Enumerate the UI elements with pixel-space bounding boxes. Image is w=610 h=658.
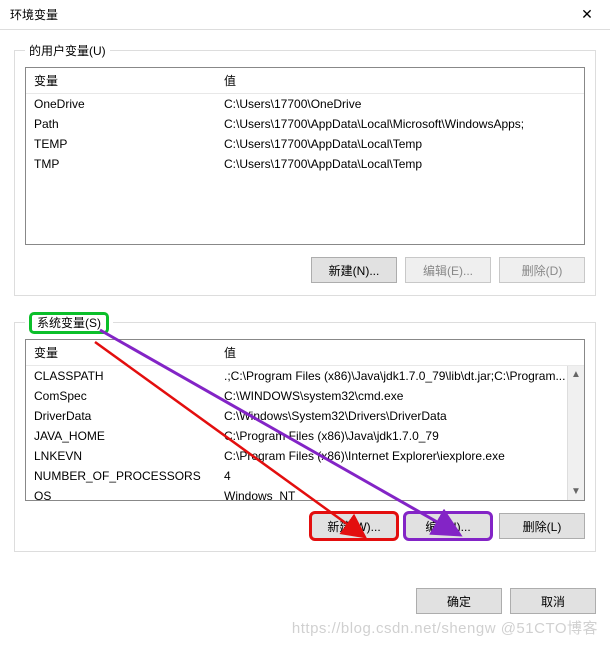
col-header-var[interactable]: 变量 <box>26 340 216 366</box>
table-row[interactable]: LNKEVNC:\Program Files (x86)\Internet Ex… <box>26 446 584 466</box>
system-vars-table: 变量 值 CLASSPATH.;C:\Program Files (x86)\J… <box>26 340 584 501</box>
system-vars-table-wrap[interactable]: 变量 值 CLASSPATH.;C:\Program Files (x86)\J… <box>25 339 585 501</box>
close-icon: ✕ <box>581 6 593 23</box>
var-name-cell: TMP <box>26 154 216 174</box>
system-new-button[interactable]: 新建(W)... <box>311 513 397 539</box>
user-delete-button: 删除(D) <box>499 257 585 283</box>
ok-button[interactable]: 确定 <box>416 588 502 614</box>
scroll-up-icon[interactable]: ▲ <box>568 366 584 383</box>
table-row[interactable]: OSWindows_NT <box>26 486 584 501</box>
system-vars-legend-text: 系统变量(S) <box>29 312 109 334</box>
scrollbar[interactable]: ▲ ▼ <box>567 366 584 500</box>
system-vars-legend: 系统变量(S) <box>25 314 113 331</box>
var-value-cell: C:\Windows\System32\Drivers\DriverData <box>216 406 584 426</box>
var-name-cell: TEMP <box>26 134 216 154</box>
system-vars-group: 系统变量(S) 变量 值 CLASSPATH.;C:\Program Files… <box>14 314 596 552</box>
system-edit-button[interactable]: 编辑(I)... <box>405 513 491 539</box>
user-edit-button: 编辑(E)... <box>405 257 491 283</box>
col-header-var[interactable]: 变量 <box>26 68 216 94</box>
var-value-cell: C:\WINDOWS\system32\cmd.exe <box>216 386 584 406</box>
table-row[interactable]: CLASSPATH.;C:\Program Files (x86)\Java\j… <box>26 366 584 387</box>
scroll-down-icon[interactable]: ▼ <box>568 483 584 500</box>
titlebar: 环境变量 ✕ <box>0 0 610 30</box>
var-value-cell: C:\Users\17700\AppData\Local\Temp <box>216 134 584 154</box>
var-name-cell: Path <box>26 114 216 134</box>
table-row[interactable]: PathC:\Users\17700\AppData\Local\Microso… <box>26 114 584 134</box>
var-value-cell: C:\Users\17700\AppData\Local\Microsoft\W… <box>216 114 584 134</box>
col-header-val[interactable]: 值 <box>216 340 584 366</box>
var-value-cell: Windows_NT <box>216 486 584 501</box>
user-vars-buttons: 新建(N)... 编辑(E)... 删除(D) <box>25 257 585 283</box>
var-value-cell: C:\Program Files (x86)\Java\jdk1.7.0_79 <box>216 426 584 446</box>
user-vars-legend: 的用户变量(U) <box>25 42 110 59</box>
system-vars-buttons: 新建(W)... 编辑(I)... 删除(L) <box>25 513 585 539</box>
var-name-cell: DriverData <box>26 406 216 426</box>
table-row[interactable]: DriverDataC:\Windows\System32\Drivers\Dr… <box>26 406 584 426</box>
var-name-cell: JAVA_HOME <box>26 426 216 446</box>
col-header-val[interactable]: 值 <box>216 68 584 94</box>
user-vars-group: 的用户变量(U) 变量 值 OneDriveC:\Users\17700\One… <box>14 42 596 296</box>
table-row[interactable]: JAVA_HOMEC:\Program Files (x86)\Java\jdk… <box>26 426 584 446</box>
cancel-button[interactable]: 取消 <box>510 588 596 614</box>
window-title: 环境变量 <box>10 6 58 23</box>
var-name-cell: OS <box>26 486 216 501</box>
var-value-cell: .;C:\Program Files (x86)\Java\jdk1.7.0_7… <box>216 366 584 387</box>
table-row[interactable]: ComSpecC:\WINDOWS\system32\cmd.exe <box>26 386 584 406</box>
var-name-cell: OneDrive <box>26 94 216 115</box>
user-vars-table: 变量 值 OneDriveC:\Users\17700\OneDrivePath… <box>26 68 584 174</box>
var-name-cell: CLASSPATH <box>26 366 216 387</box>
var-name-cell: LNKEVN <box>26 446 216 466</box>
var-value-cell: C:\Users\17700\OneDrive <box>216 94 584 115</box>
user-vars-table-wrap[interactable]: 变量 值 OneDriveC:\Users\17700\OneDrivePath… <box>25 67 585 245</box>
table-row[interactable]: TEMPC:\Users\17700\AppData\Local\Temp <box>26 134 584 154</box>
var-name-cell: NUMBER_OF_PROCESSORS <box>26 466 216 486</box>
var-value-cell: C:\Program Files (x86)\Internet Explorer… <box>216 446 584 466</box>
var-value-cell: C:\Users\17700\AppData\Local\Temp <box>216 154 584 174</box>
table-row[interactable]: OneDriveC:\Users\17700\OneDrive <box>26 94 584 115</box>
dialog-content: 的用户变量(U) 变量 值 OneDriveC:\Users\17700\One… <box>0 30 610 580</box>
table-row[interactable]: NUMBER_OF_PROCESSORS4 <box>26 466 584 486</box>
user-new-button[interactable]: 新建(N)... <box>311 257 397 283</box>
var-name-cell: ComSpec <box>26 386 216 406</box>
dialog-footer: 确定 取消 <box>0 580 610 628</box>
close-button[interactable]: ✕ <box>564 0 610 30</box>
system-delete-button[interactable]: 删除(L) <box>499 513 585 539</box>
table-row[interactable]: TMPC:\Users\17700\AppData\Local\Temp <box>26 154 584 174</box>
var-value-cell: 4 <box>216 466 584 486</box>
